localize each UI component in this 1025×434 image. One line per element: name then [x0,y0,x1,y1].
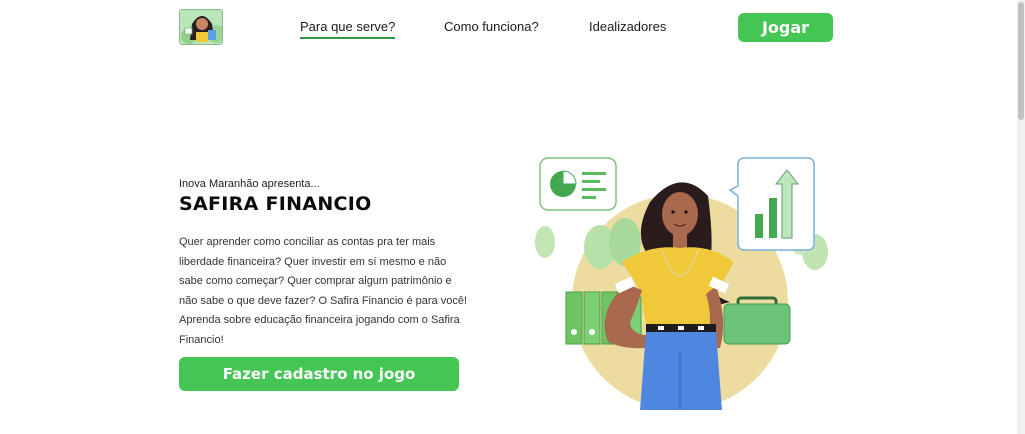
logo[interactable] [179,9,223,45]
play-button[interactable]: Jogar [738,13,833,42]
site-header: Para que serve? Como funciona? Idealizad… [0,0,1017,58]
hero-description: Quer aprender como conciliar as contas p… [179,236,468,346]
presenter-text: Inova Maranhão apresenta... [179,178,320,190]
hero-section: Inova Maranhão apresenta... SAFIRA FINAN… [179,178,469,351]
safira-logo-icon [180,10,222,44]
page-scrollbar[interactable] [1017,0,1025,434]
nav-link-para-que-serve[interactable]: Para que serve? [300,19,396,39]
woman-finance-illustration-icon [535,157,828,410]
page-title: SAFIRA FINANCIO [179,193,372,215]
hero-illustration [530,152,835,410]
nav-link-idealizadores[interactable]: Idealizadores [589,19,666,34]
nav-link-como-funciona[interactable]: Como funciona? [444,19,539,34]
signup-button[interactable]: Fazer cadastro no jogo [179,357,459,391]
scrollbar-thumb[interactable] [1018,2,1024,120]
